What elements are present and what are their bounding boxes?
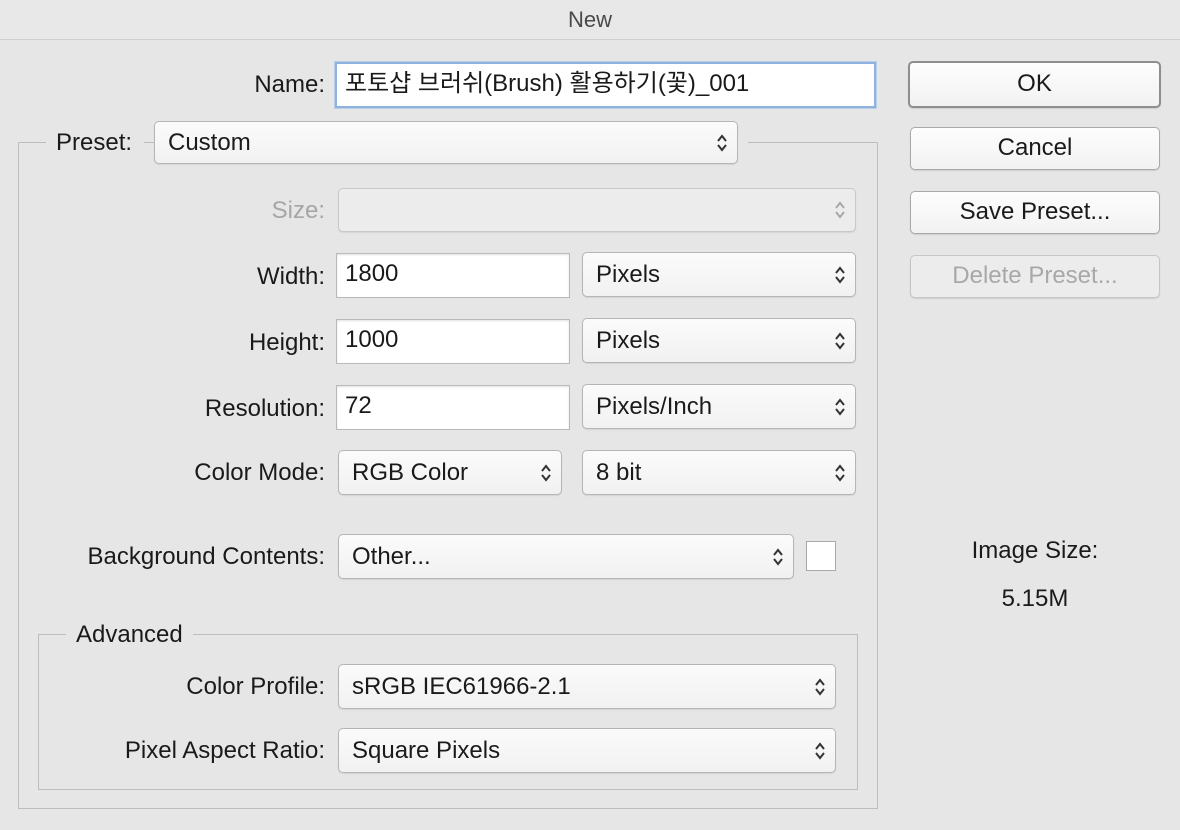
size-label: Size: (271, 197, 325, 224)
color-mode-select[interactable]: RGB Color (338, 450, 562, 495)
updown-chevron-icon (717, 133, 727, 152)
width-field[interactable]: 1800 (336, 253, 570, 298)
height-unit-select[interactable]: Pixels (582, 318, 856, 363)
background-color-swatch[interactable] (806, 541, 836, 571)
name-label: Name: (254, 71, 325, 98)
delete-preset-button: Delete Preset... (910, 255, 1160, 298)
advanced-title: Advanced (66, 620, 193, 650)
bit-depth-value: 8 bit (596, 459, 642, 486)
color-mode-label: Color Mode: (194, 459, 325, 486)
background-contents-select[interactable]: Other... (338, 534, 794, 579)
updown-chevron-icon (835, 463, 845, 482)
preset-select[interactable]: Custom (154, 121, 738, 164)
color-profile-select[interactable]: sRGB IEC61966-2.1 (338, 664, 836, 709)
resolution-field[interactable]: 72 (336, 385, 570, 430)
color-profile-label: Color Profile: (186, 673, 325, 700)
size-select (338, 188, 856, 232)
width-unit-select[interactable]: Pixels (582, 252, 856, 297)
pixel-aspect-ratio-select[interactable]: Square Pixels (338, 728, 836, 773)
preset-label: Preset: (46, 128, 145, 158)
background-contents-value: Other... (352, 543, 431, 570)
updown-chevron-icon (815, 741, 825, 760)
updown-chevron-icon (815, 677, 825, 696)
window-title: New (0, 0, 1180, 40)
width-unit-value: Pixels (596, 261, 661, 288)
updown-chevron-icon (835, 265, 845, 284)
width-label: Width: (256, 263, 325, 290)
new-document-dialog: New Name: 포토샵 브러쉬(Brush) 활용하기(꽃)_001 Pre… (0, 0, 1180, 830)
pixel-aspect-ratio-value: Square Pixels (352, 737, 501, 764)
height-label: Height: (248, 329, 325, 356)
ok-button[interactable]: OK (908, 61, 1161, 108)
resolution-unit-select[interactable]: Pixels/Inch (582, 384, 856, 429)
image-size-value: 5.15M (1001, 585, 1069, 612)
bit-depth-select[interactable]: 8 bit (582, 450, 856, 495)
pixel-aspect-ratio-label: Pixel Aspect Ratio: (124, 737, 325, 764)
height-field[interactable]: 1000 (336, 319, 570, 364)
updown-chevron-icon (835, 331, 845, 350)
updown-chevron-icon (773, 547, 783, 566)
background-contents-label: Background Contents: (87, 543, 325, 570)
name-field[interactable]: 포토샵 브러쉬(Brush) 활용하기(꽃)_001 (335, 62, 876, 108)
resolution-unit-value: Pixels/Inch (596, 393, 713, 420)
save-preset-button[interactable]: Save Preset... (910, 191, 1160, 234)
color-mode-value: RGB Color (352, 459, 469, 486)
image-size-label: Image Size: (971, 537, 1099, 564)
preset-value: Custom (168, 129, 251, 156)
updown-chevron-icon (835, 397, 845, 416)
resolution-label: Resolution: (204, 395, 325, 422)
height-unit-value: Pixels (596, 327, 661, 354)
updown-chevron-icon (835, 201, 845, 219)
color-profile-value: sRGB IEC61966-2.1 (352, 673, 571, 700)
groupbox-gap (738, 130, 748, 154)
cancel-button[interactable]: Cancel (910, 127, 1160, 170)
updown-chevron-icon (541, 463, 551, 482)
